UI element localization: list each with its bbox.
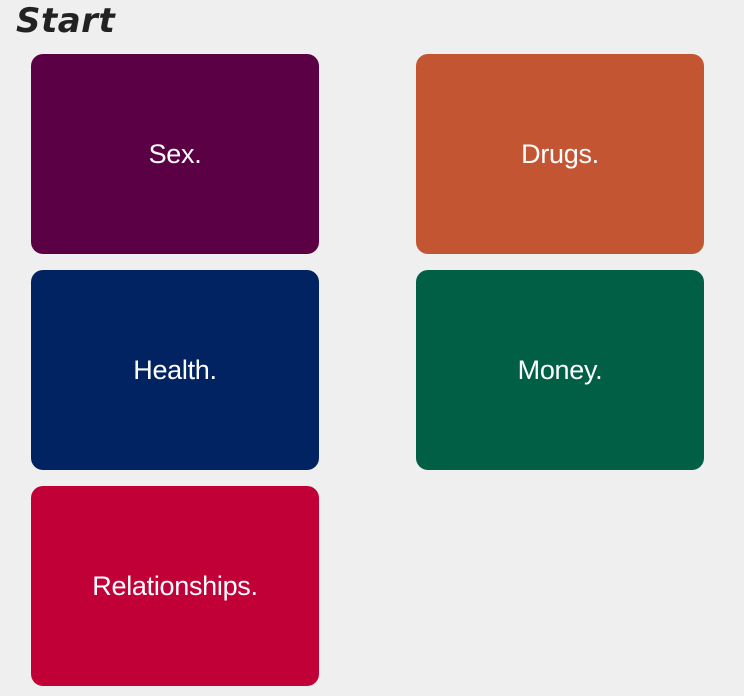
category-tile-relationships[interactable]: Relationships. — [31, 486, 319, 686]
category-tile-health[interactable]: Health. — [31, 270, 319, 470]
category-label: Money. — [517, 354, 603, 385]
category-label: Drugs. — [521, 138, 599, 169]
category-tile-drugs[interactable]: Drugs. — [416, 54, 704, 254]
start-page: Start Sex. Drugs. Health. Money. Relatio… — [0, 0, 744, 696]
category-label: Sex. — [148, 138, 202, 169]
category-tile-money[interactable]: Money. — [416, 270, 704, 470]
category-label: Health. — [133, 354, 217, 385]
category-tile-sex[interactable]: Sex. — [31, 54, 319, 254]
category-label: Relationships. — [92, 570, 258, 601]
page-title: Start — [16, 1, 116, 41]
